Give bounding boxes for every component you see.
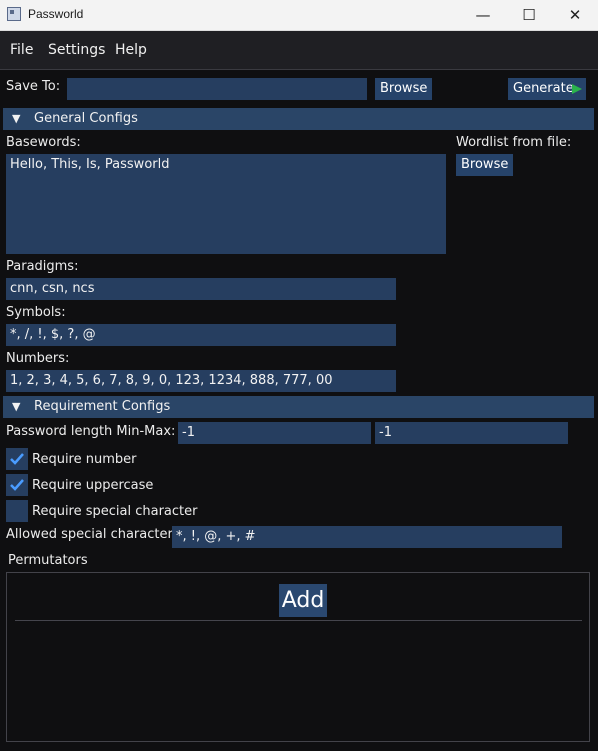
add-permutator-button[interactable]: Add xyxy=(279,584,327,617)
min-length-input[interactable]: -1 xyxy=(178,422,371,444)
save-to-input[interactable] xyxy=(67,78,367,100)
numbers-label: Numbers: xyxy=(6,351,70,366)
basewords-textarea[interactable]: Hello, This, Is, Passworld xyxy=(6,154,446,254)
minimize-button[interactable]: — xyxy=(460,0,506,30)
app-icon xyxy=(7,7,21,21)
require-number-checkbox[interactable] xyxy=(6,448,28,470)
generate-button[interactable]: Generate xyxy=(508,78,586,100)
menu-file[interactable]: File xyxy=(10,42,33,58)
requirement-configs-header[interactable]: ▼ Requirement Configs xyxy=(3,396,594,418)
allowed-special-label: Allowed special character xyxy=(6,527,173,542)
menu-settings[interactable]: Settings xyxy=(48,42,105,58)
close-button[interactable]: ✕ xyxy=(552,0,598,30)
basewords-label: Basewords: xyxy=(6,135,81,150)
require-uppercase-checkbox[interactable] xyxy=(6,474,28,496)
general-configs-header[interactable]: ▼ General Configs xyxy=(3,108,594,130)
collapse-triangle-icon: ▼ xyxy=(12,112,21,125)
generate-label: Generate xyxy=(513,81,574,96)
require-special-label: Require special character xyxy=(32,504,198,519)
permutators-panel: Add xyxy=(6,572,590,742)
password-length-label: Password length Min-Max: xyxy=(6,424,176,439)
require-uppercase-label: Require uppercase xyxy=(32,478,154,493)
save-to-label: Save To: xyxy=(6,79,61,94)
symbols-label: Symbols: xyxy=(6,305,66,320)
paradigms-input[interactable]: cnn, csn, ncs xyxy=(6,278,396,300)
menu-help[interactable]: Help xyxy=(115,42,147,58)
divider xyxy=(15,620,582,621)
menu-bar: File Settings Help xyxy=(0,31,598,70)
symbols-input[interactable]: *, /, !, $, ?, @ xyxy=(6,324,396,346)
require-number-label: Require number xyxy=(32,452,137,467)
paradigms-label: Paradigms: xyxy=(6,259,79,274)
numbers-input[interactable]: 1, 2, 3, 4, 5, 6, 7, 8, 9, 0, 123, 1234,… xyxy=(6,370,396,392)
requirement-configs-title: Requirement Configs xyxy=(34,399,171,414)
wordlist-browse-button[interactable]: Browse xyxy=(456,154,514,176)
title-bar: Passworld — ☐ ✕ xyxy=(0,0,598,31)
maximize-button[interactable]: ☐ xyxy=(506,0,552,30)
play-icon xyxy=(572,84,582,94)
permutators-label: Permutators xyxy=(8,553,88,568)
require-special-checkbox[interactable] xyxy=(6,500,28,522)
max-length-input[interactable]: -1 xyxy=(375,422,568,444)
wordlist-label: Wordlist from file: xyxy=(456,135,572,150)
save-browse-button[interactable]: Browse xyxy=(375,78,433,100)
allowed-special-input[interactable]: *, !, @, +, # xyxy=(172,526,562,548)
checkmark-icon xyxy=(10,453,24,465)
window-title: Passworld xyxy=(28,7,84,21)
general-configs-title: General Configs xyxy=(34,111,138,126)
basewords-value: Hello, This, Is, Passworld xyxy=(10,157,170,172)
checkmark-icon xyxy=(10,479,24,491)
collapse-triangle-icon: ▼ xyxy=(12,400,21,413)
